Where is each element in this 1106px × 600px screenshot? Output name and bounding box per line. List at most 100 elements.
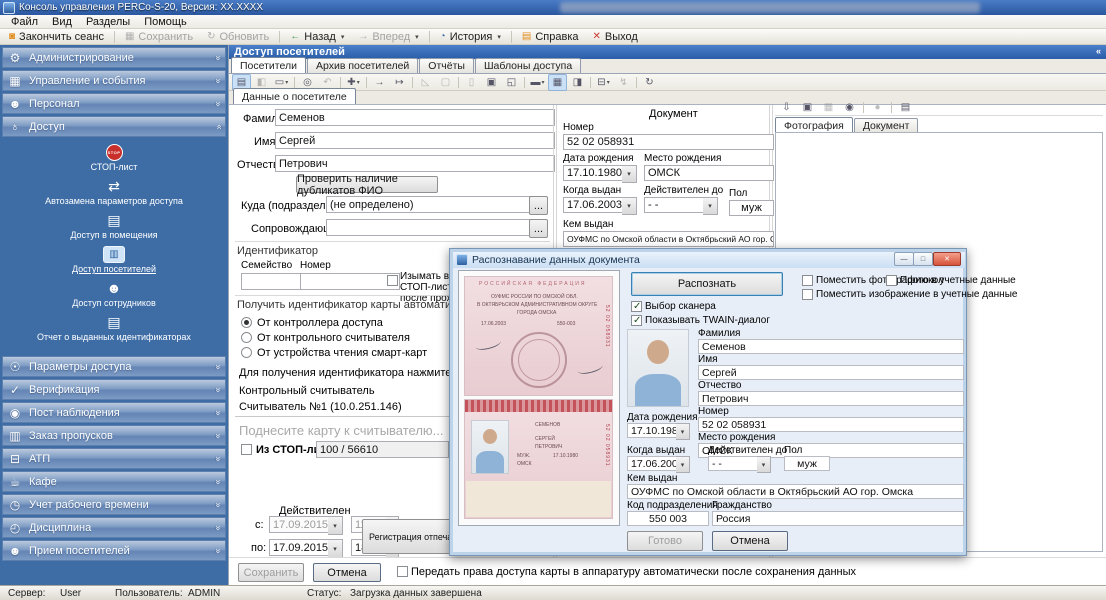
sidebar-group-atp[interactable]: ⊟ АТП	[2, 448, 226, 469]
scan-passport-icon[interactable]: ▤	[896, 99, 915, 116]
save-button[interactable]: Сохранить	[238, 563, 304, 582]
dlg-division-field[interactable]: 550 003	[627, 511, 709, 526]
reader-display-icon[interactable]: ◨	[568, 74, 587, 91]
forward-button[interactable]: → Вперед	[351, 29, 425, 44]
sidebar-group-access[interactable]: ♀ Доступ	[2, 116, 226, 137]
toolbar-button[interactable]	[279, 30, 281, 43]
back-button[interactable]: ← Назад	[283, 29, 351, 44]
doc-number-field[interactable]: 52 02 058931	[563, 134, 774, 150]
dialog-maximize-button[interactable]: □	[913, 252, 933, 266]
sidebar-group-cafe[interactable]: ☕ Кафе	[2, 471, 226, 492]
doc-issuer-field[interactable]: ОУФМС по Омской области в Октябрьский АО…	[563, 231, 774, 247]
doc-valid-until-field[interactable]: - -	[644, 197, 710, 213]
transfer-to-staff-icon[interactable]: →	[370, 74, 389, 91]
twain-checkbox[interactable]	[631, 315, 642, 326]
sidebar-group-access-params[interactable]: ☉ Параметры доступа	[2, 356, 226, 377]
escort-browse-button[interactable]: ...	[529, 219, 548, 238]
department-browse-button[interactable]: ...	[529, 196, 548, 215]
tab-photo[interactable]: Фотография	[775, 117, 853, 133]
load-photo-icon[interactable]: ⇩	[777, 99, 796, 116]
dlg-number-field[interactable]: 52 02 058931	[698, 417, 964, 432]
save-photo-icon[interactable]: ▦	[819, 99, 838, 116]
tab-visitor-archive[interactable]: Архив посетителей	[306, 58, 419, 73]
scanner-icon[interactable]: ▬	[528, 74, 547, 91]
sidebar-item-id-report[interactable]: ▤ Отчет о выданных идентификаторах	[0, 314, 228, 342]
quick-print-icon[interactable]: ↯	[614, 74, 633, 91]
help-button[interactable]: ▤ Справка	[515, 29, 586, 44]
doc-birth-place-field[interactable]: ОМСК	[644, 165, 774, 181]
history-button[interactable]: ◔ История	[433, 29, 508, 44]
document-icon[interactable]: ▯	[462, 74, 481, 91]
sidebar-item-auto-replace[interactable]: ⇄ Автозамена параметров доступа	[0, 178, 228, 206]
done-button[interactable]: Готово	[627, 531, 703, 551]
tab-visitor-data[interactable]: Данные о посетителе	[233, 88, 356, 104]
photo-toolbar-icon[interactable]	[863, 102, 864, 113]
record-toolbar-icon[interactable]	[590, 76, 591, 88]
save-toolbar-button[interactable]: ▦ Сохранить	[118, 29, 200, 44]
menu-sections[interactable]: Разделы	[79, 16, 137, 28]
exit-button[interactable]: ✕ Выход	[586, 29, 645, 44]
doc-sex-field[interactable]: муж	[729, 200, 774, 216]
sidebar-group-personnel[interactable]: ☻ Персонал	[2, 93, 226, 114]
menu-file[interactable]: Файл	[4, 16, 45, 28]
dlg-issuer-field[interactable]: ОУФМС по Омской области в Октябрьский АО…	[627, 484, 964, 499]
paste-photo-icon[interactable]: ▣	[798, 99, 817, 116]
sidebar-item-visitor-access[interactable]: ▥ Доступ посетителей	[0, 246, 228, 274]
radio-smartcard[interactable]	[241, 347, 252, 358]
dialog-cancel-button[interactable]: Отмена	[712, 531, 788, 551]
family-field[interactable]	[241, 273, 301, 290]
card-number-field[interactable]	[300, 273, 400, 290]
dlg-valid-until-field[interactable]: - -	[708, 456, 764, 471]
sidebar-group-verification[interactable]: ✓ Верификация	[2, 379, 226, 400]
sidebar-group-management-events[interactable]: ▦ Управление и события	[2, 70, 226, 91]
sidebar-item-employee-access[interactable]: ☻ Доступ сотрудников	[0, 280, 228, 308]
from-stoplist-checkbox[interactable]	[241, 444, 252, 455]
dlg-sex-field[interactable]: муж	[784, 456, 830, 471]
camera-icon[interactable]: ◉	[840, 99, 859, 116]
dlg-citizenship-field[interactable]: Россия	[712, 511, 964, 526]
move-visitor-icon[interactable]: ↦	[390, 74, 409, 91]
dlg-patronymic-field[interactable]: Петрович	[698, 391, 964, 406]
end-session-button[interactable]: ◙ Закончить сеанс	[2, 29, 111, 44]
sidebar-group-pass-order[interactable]: ▥ Заказ пропусков	[2, 425, 226, 446]
refresh-toolbar-button[interactable]: ↻ Обновить	[200, 29, 276, 44]
toolbar-button[interactable]	[113, 30, 115, 43]
sidebar-group-time-tracking[interactable]: ◷ Учет рабочего времени	[2, 494, 226, 515]
photo-toolbar-icon[interactable]	[891, 102, 892, 113]
dlg-birth-date-field[interactable]: 17.10.1980	[627, 423, 683, 438]
menu-help[interactable]: Помощь	[137, 16, 194, 28]
collapse-panel-icon[interactable]: «	[1096, 46, 1101, 56]
dialog-close-button[interactable]: ✕	[933, 252, 961, 266]
menu-view[interactable]: Вид	[45, 16, 79, 28]
dlg-surname-field[interactable]: Семенов	[698, 339, 964, 354]
tab-reports[interactable]: Отчёты	[419, 58, 474, 73]
dlg-name-field[interactable]: Сергей	[698, 365, 964, 380]
radio-controller[interactable]	[241, 317, 252, 328]
cancel-button[interactable]: Отмена	[313, 563, 381, 582]
tab-visitors[interactable]: Посетители	[231, 57, 306, 73]
check-duplicates-button[interactable]: Проверить наличие дубликатов ФИО	[296, 173, 438, 197]
place-photo-checkbox[interactable]	[802, 275, 813, 286]
escort-field[interactable]	[326, 219, 533, 236]
sidebar-group-visitor-reception[interactable]: ☻ Прием посетителей	[2, 540, 226, 561]
edit-template-icon[interactable]: ◺	[416, 74, 435, 91]
delete-photo-icon[interactable]: ●	[868, 99, 887, 116]
tab-access-templates[interactable]: Шаблоны доступа	[474, 58, 582, 73]
sidebar-item-stop-list[interactable]: STOP СТОП-лист	[0, 144, 228, 172]
recognize-button[interactable]: Распознать	[631, 272, 783, 296]
print-icon[interactable]: ⊟	[594, 74, 613, 91]
window-icon[interactable]: ▢	[436, 74, 455, 91]
place-image-checkbox[interactable]	[802, 289, 813, 300]
surname-field[interactable]: Семенов	[275, 109, 555, 126]
record-toolbar-icon[interactable]	[366, 76, 367, 88]
record-toolbar-icon[interactable]	[458, 76, 459, 88]
radio-control-reader[interactable]	[241, 332, 252, 343]
record-toolbar-icon[interactable]	[412, 76, 413, 88]
stoplist-counter-field[interactable]: 100 / 56610	[316, 441, 449, 458]
dialog-minimize-button[interactable]: —	[894, 252, 914, 266]
patronymic-field[interactable]: Петрович	[275, 155, 555, 172]
department-field[interactable]: (не определено)	[326, 196, 533, 213]
name-field[interactable]: Сергей	[275, 132, 555, 149]
record-toolbar-icon[interactable]	[636, 76, 637, 88]
tab-document[interactable]: Документ	[853, 118, 919, 133]
